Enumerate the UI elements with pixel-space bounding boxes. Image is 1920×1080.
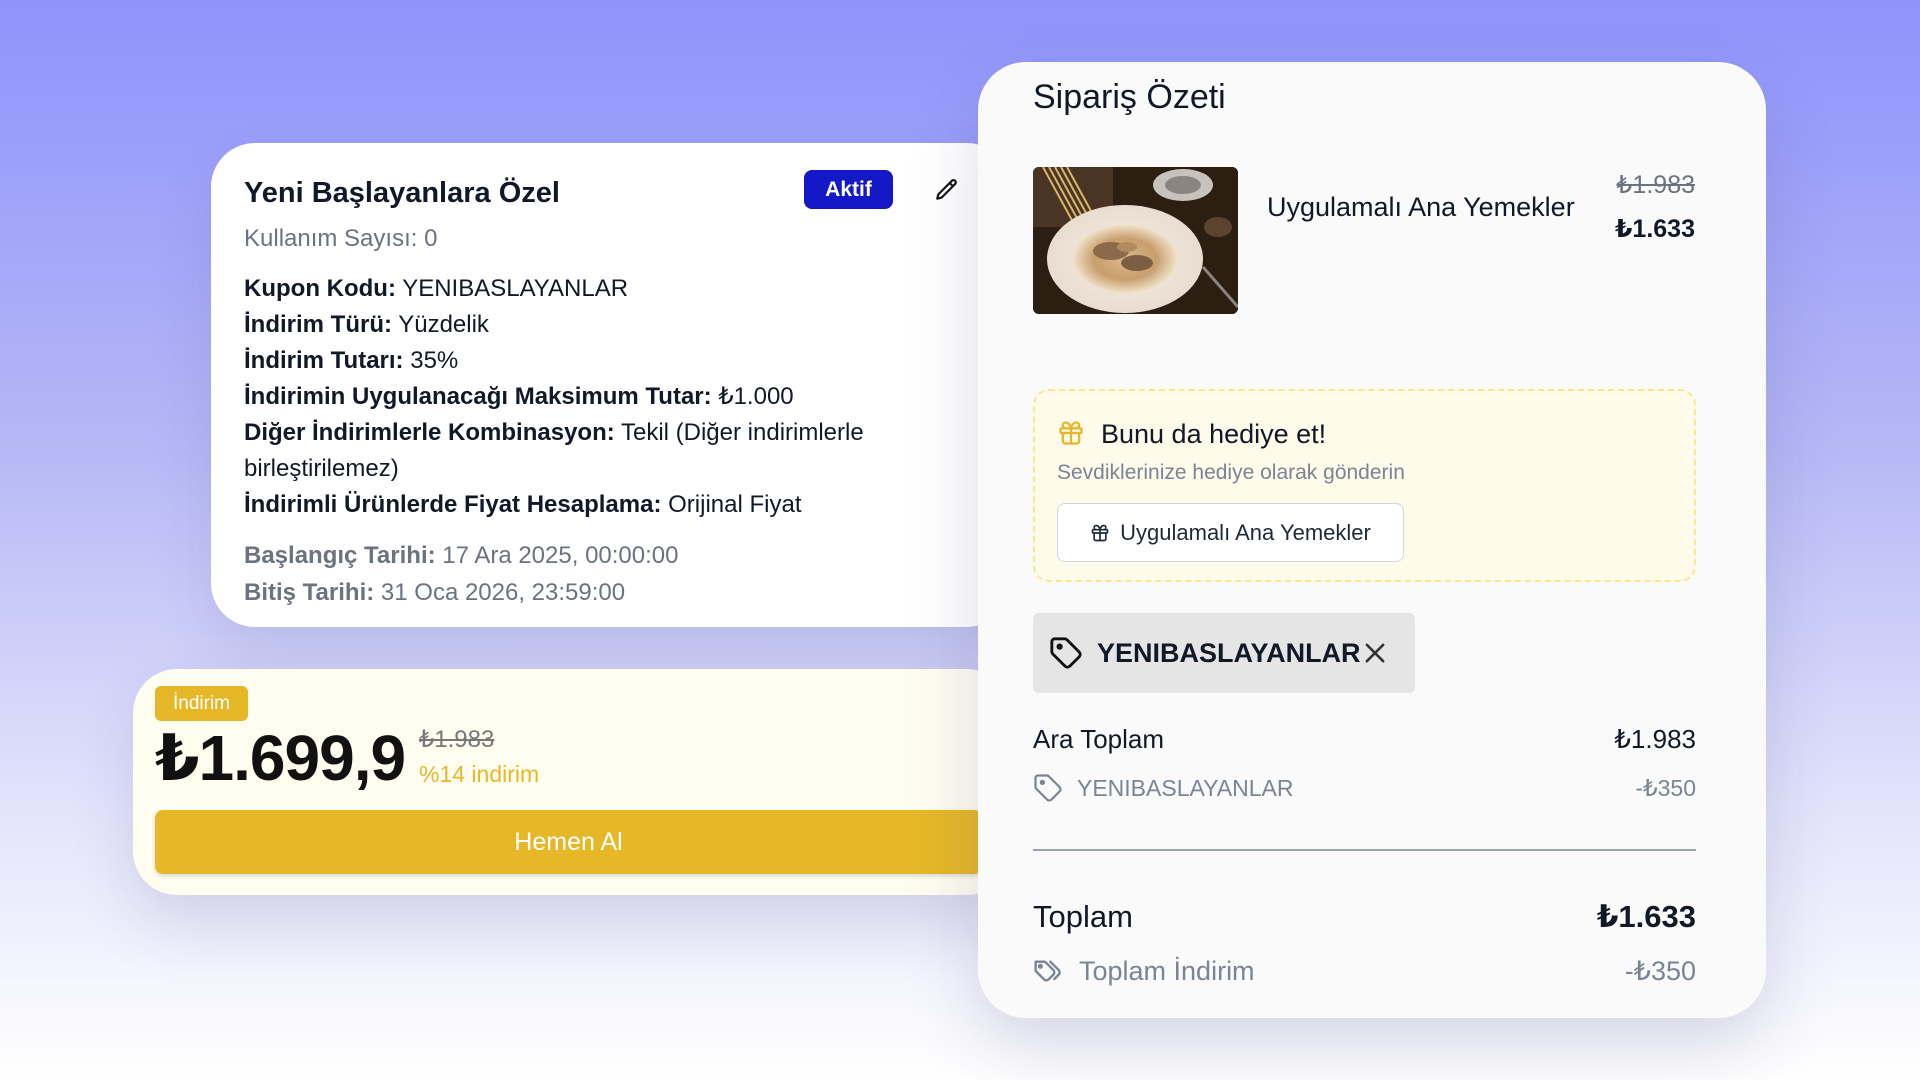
- coupon-field-code: Kupon Kodu: YENIBASLAYANLAR: [244, 275, 629, 302]
- coupon-field-type: İndirim Türü: Yüzdelik: [244, 311, 489, 338]
- pasta-dish-image: [1033, 167, 1238, 314]
- status-badge: Aktif: [804, 170, 893, 209]
- gift-title: Bunu da hediye et!: [1101, 419, 1327, 449]
- gift-button-label: Uygulamalı Ana Yemekler: [1120, 519, 1371, 545]
- edit-button[interactable]: [927, 170, 967, 210]
- coupon-field-max: İndirimin Uygulanacağı Maksimum Tutar: ₺…: [244, 383, 794, 410]
- divider: [1033, 849, 1696, 851]
- usage-count: Kullanım Sayısı: 0: [244, 225, 438, 252]
- gift-box: Bunu da hediye et! Sevdiklerinize hediye…: [1033, 389, 1696, 582]
- price-card: İndirim ₺1.699,9 ₺1.983 %14 indirim Heme…: [133, 669, 1011, 895]
- coupon-details: Kupon Kodu: YENIBASLAYANLAR İndirim Türü…: [244, 271, 978, 523]
- gift-icon: [1059, 421, 1083, 445]
- coupon-field-amount: İndirim Tutarı: 35%: [244, 347, 459, 374]
- tag-icon: [1050, 637, 1082, 669]
- order-summary: Sipariş Özeti Uygulamalı Ana Yemekler ₺1…: [978, 62, 1766, 1018]
- close-icon: [1365, 643, 1385, 663]
- product-image: [1033, 167, 1238, 314]
- edit-pencil-icon: [936, 179, 957, 200]
- total-discount-label: Toplam İndirim: [1033, 955, 1255, 987]
- product-original-price: ₺1.983: [1616, 171, 1695, 199]
- coupon-field-calculation: İndirimli Ürünlerde Fiyat Hesaplama: Ori…: [244, 491, 802, 518]
- product-discounted-price: ₺1.633: [1615, 215, 1695, 243]
- gift-product-button[interactable]: Uygulamalı Ana Yemekler: [1057, 503, 1404, 562]
- total-discount-row: Toplam İndirim -₺350: [1033, 955, 1696, 987]
- total-discount-value: -₺350: [1624, 955, 1696, 986]
- total-value: ₺1.633: [1596, 899, 1696, 934]
- remove-coupon-button[interactable]: [1361, 639, 1389, 667]
- total-row: Toplam ₺1.633: [1033, 899, 1696, 935]
- coupon-dates: Başlangıç Tarihi: 17 Ara 2025, 00:00:00 …: [244, 537, 978, 611]
- coupon-discount-label: YENIBASLAYANLAR: [1033, 773, 1293, 803]
- product-name: Uygulamalı Ana Yemekler: [1267, 192, 1575, 222]
- discount-percent: %14 indirim: [419, 761, 540, 787]
- discount-tag: İndirim: [155, 686, 249, 721]
- coupon-discount-value: -₺350: [1635, 774, 1696, 801]
- tag-icon: [1034, 774, 1062, 802]
- applied-coupon-code: YENIBASLAYANLAR: [1097, 637, 1361, 668]
- buy-now-button[interactable]: Hemen Al: [155, 810, 982, 874]
- coupon-card: Yeni Başlayanlara Özel Aktif Kullanım Sa…: [211, 143, 1011, 627]
- subtotal-label: Ara Toplam: [1033, 724, 1165, 754]
- coupon-discount-row: YENIBASLAYANLAR -₺350: [1033, 773, 1696, 803]
- gift-subtitle: Sevdiklerinize hediye olarak gönderin: [1057, 461, 1405, 484]
- coupon-title: Yeni Başlayanlara Özel: [244, 176, 560, 209]
- start-date: Başlangıç Tarihi: 17 Ara 2025, 00:00:00: [244, 542, 679, 569]
- applied-coupon-chip: YENIBASLAYANLAR: [1033, 613, 1415, 693]
- total-label: Toplam: [1033, 899, 1133, 934]
- subtotal-row: Ara Toplam ₺1.983: [1033, 724, 1696, 755]
- gift-icon: [1091, 524, 1109, 541]
- end-date: Bitiş Tarihi: 31 Oca 2026, 23:59:00: [244, 579, 626, 606]
- tags-icon: [1034, 960, 1061, 982]
- subtotal-value: ₺1.983: [1614, 724, 1696, 754]
- original-price: ₺1.983: [419, 726, 495, 753]
- discounted-price: ₺1.699,9: [155, 722, 406, 794]
- coupon-field-combination: Diğer İndirimlerle Kombinasyon: Tekil (D…: [244, 419, 864, 482]
- summary-title: Sipariş Özeti: [1033, 78, 1226, 116]
